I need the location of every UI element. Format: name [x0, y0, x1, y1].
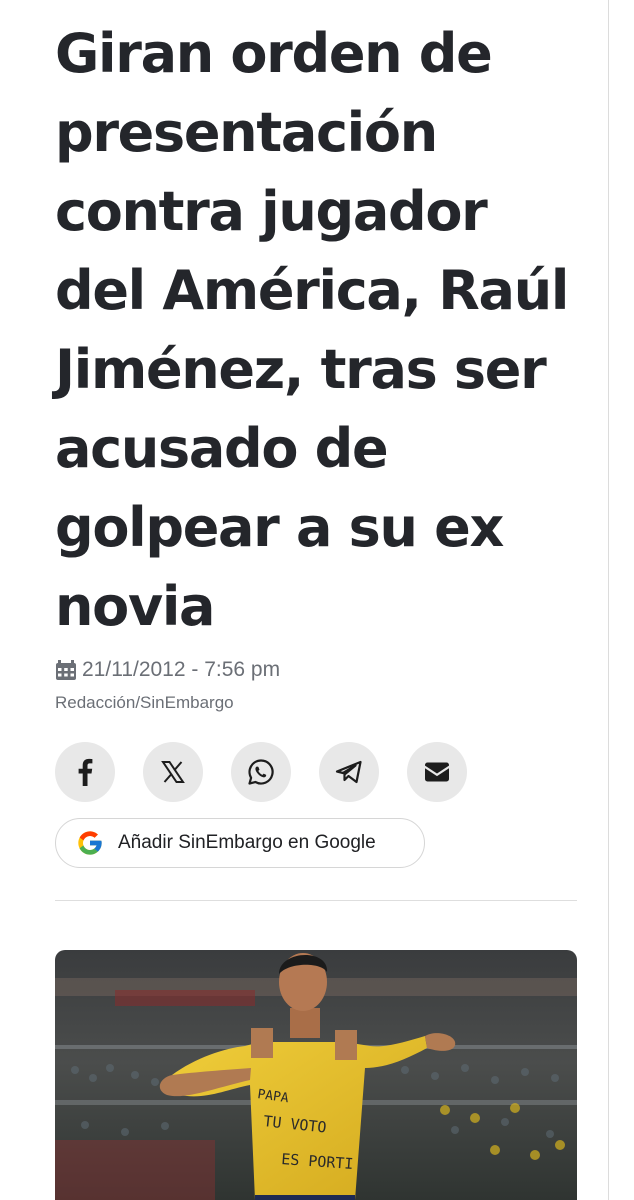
article-byline[interactable]: Redacción/SinEmbargo — [55, 693, 234, 713]
add-sinembargo-google-button[interactable]: Añadir SinEmbargo en Google — [55, 818, 425, 868]
player-celebration-photo: PAPA TU VOTO ES PORTI — [55, 950, 577, 1200]
share-x-button[interactable] — [143, 742, 203, 802]
article-date-row: 21/11/2012 - 7:56 pm — [55, 658, 280, 682]
add-sinembargo-google-label: Añadir SinEmbargo en Google — [118, 832, 376, 853]
share-facebook-button[interactable] — [55, 742, 115, 802]
article-hero-image[interactable]: PAPA TU VOTO ES PORTI — [55, 950, 577, 1200]
share-buttons — [55, 742, 467, 802]
email-icon — [425, 762, 449, 782]
telegram-icon — [335, 760, 362, 784]
article-date: 21/11/2012 - 7:56 pm — [82, 658, 281, 681]
share-whatsapp-button[interactable] — [231, 742, 291, 802]
x-icon — [161, 761, 185, 783]
article-headline: Giran orden de presentación contra jugad… — [55, 22, 569, 638]
section-divider — [55, 900, 577, 901]
calendar-icon — [56, 660, 76, 680]
share-email-button[interactable] — [407, 742, 467, 802]
whatsapp-icon — [248, 759, 274, 785]
facebook-icon — [78, 758, 93, 786]
google-icon — [78, 831, 102, 855]
article: Giran orden de presentación contra jugad… — [55, 0, 577, 1200]
page-edge-line — [608, 0, 609, 1200]
share-telegram-button[interactable] — [319, 742, 379, 802]
